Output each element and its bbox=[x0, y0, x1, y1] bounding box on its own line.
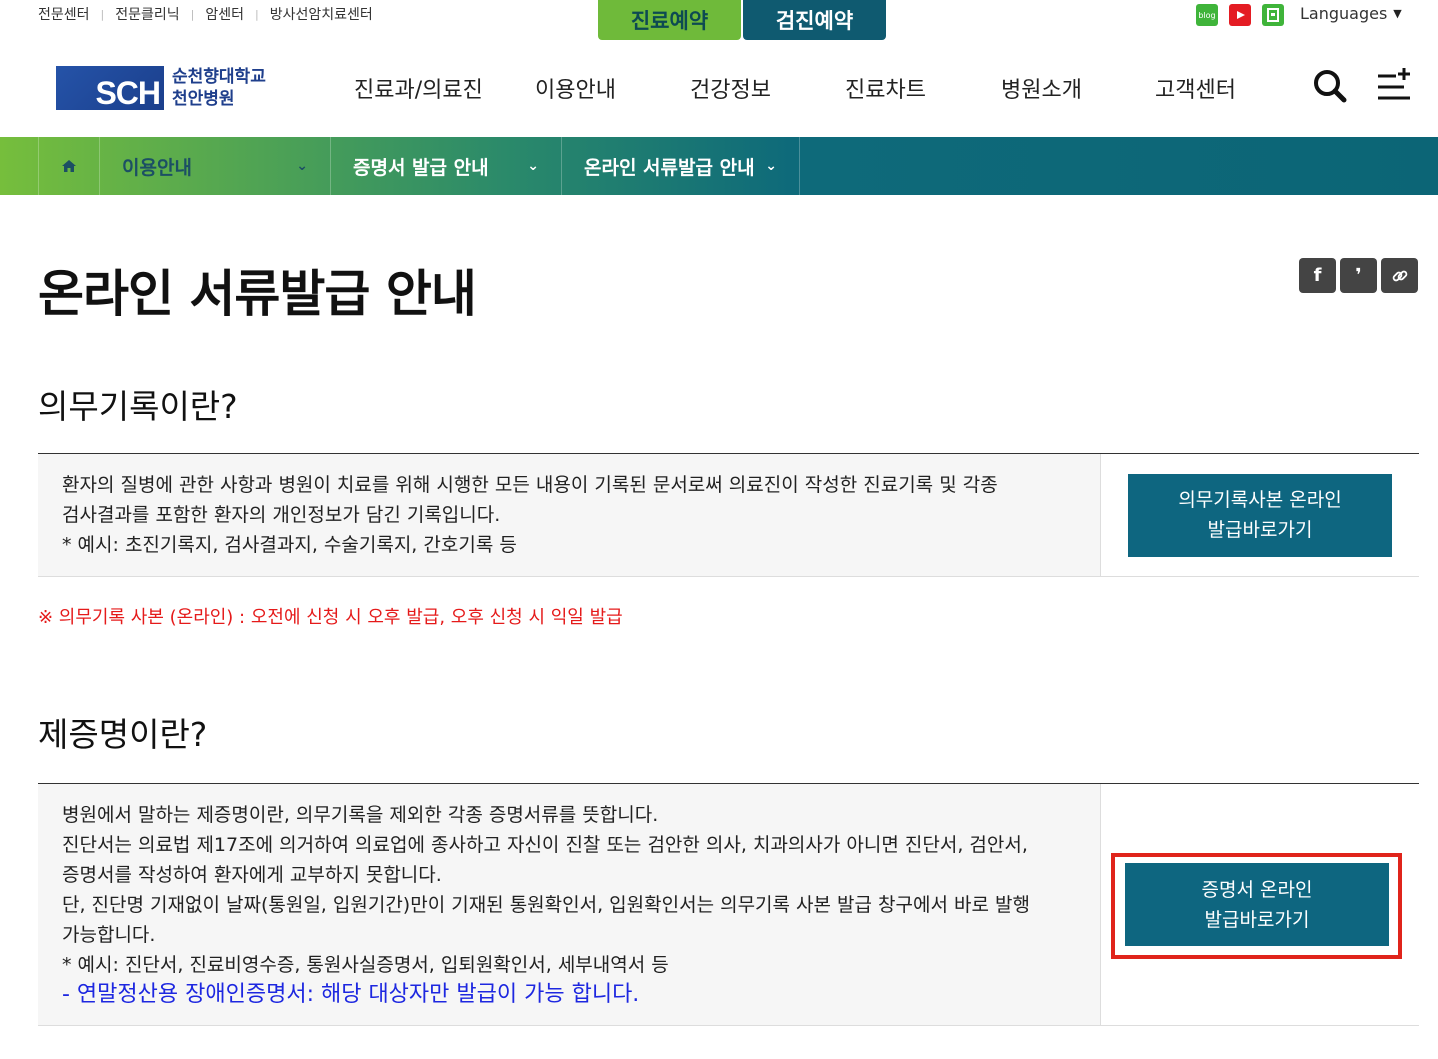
button-label-line2: 발급바로가기 bbox=[1207, 519, 1313, 541]
section2-heading: 제증명이란? bbox=[38, 715, 208, 754]
section1-line: 검사결과를 포함한 환자의 개인정보가 담긴 기록입니다. bbox=[62, 504, 501, 526]
util-link-specialty-center[interactable]: 전문센터 bbox=[38, 4, 90, 24]
section1-description: 환자의 질병에 관한 사항과 병원이 치료를 위해 시행한 모든 내용이 기록된… bbox=[38, 454, 1101, 576]
nav-about[interactable]: 병원소개 bbox=[1001, 72, 1082, 104]
logo-text: 순천향대학교 천안병원 bbox=[172, 66, 266, 110]
section1-line: 환자의 질병에 관한 사항과 병원이 치료를 위해 시행한 모든 내용이 기록된… bbox=[62, 474, 998, 496]
issuance-notice: ※ 의무기록 사본 (온라인) : 오전에 신청 시 오후 발급, 오후 신청 … bbox=[38, 607, 623, 628]
divider: | bbox=[100, 7, 105, 21]
menu-icon[interactable] bbox=[1374, 66, 1414, 106]
languages-dropdown[interactable]: Languages ▼ bbox=[1300, 4, 1402, 23]
location-bar: 이용안내 ⌄ 증명서 발급 안내 ⌄ 온라인 서류발급 안내 ⌄ bbox=[0, 137, 1438, 195]
store-icon[interactable] bbox=[1262, 4, 1284, 26]
location-dropdown-1[interactable]: 이용안내 ⌄ bbox=[99, 137, 330, 195]
section1-action: 의무기록사본 온라인 발급바로가기 bbox=[1101, 454, 1419, 576]
nav-medical-chart[interactable]: 진료차트 bbox=[845, 72, 926, 104]
section2-line: 병원에서 말하는 제증명이란, 의무기록을 제외한 각종 증명서류를 뜻합니다. bbox=[62, 804, 659, 826]
section1-box: 환자의 질병에 관한 사항과 병원이 치료를 위해 시행한 모든 내용이 기록된… bbox=[38, 453, 1419, 577]
divider: | bbox=[255, 7, 259, 21]
page-title: 온라인 서류발급 안내 bbox=[38, 265, 477, 323]
nav-health-info[interactable]: 건강정보 bbox=[690, 72, 771, 104]
logo-mark: SCH bbox=[56, 66, 164, 111]
blog-icon[interactable]: blog bbox=[1196, 4, 1218, 26]
utility-links: 전문센터 | 전문클리닉 | 암센터 | 방사선암치료센터 bbox=[38, 4, 373, 24]
youtube-icon[interactable] bbox=[1229, 4, 1251, 26]
button-label-line1: 증명서 온라인 bbox=[1201, 878, 1313, 901]
nav-departments[interactable]: 진료과/의료진 bbox=[354, 72, 483, 104]
divider: | bbox=[190, 7, 195, 21]
home-icon bbox=[62, 160, 76, 172]
reserve-treatment-button[interactable]: 진료예약 bbox=[598, 0, 741, 40]
copy-link-button[interactable] bbox=[1381, 258, 1418, 293]
kakao-share-button[interactable]: ❜ bbox=[1340, 258, 1377, 293]
location-label-3: 온라인 서류발급 안내 bbox=[584, 156, 755, 179]
facebook-icon: f bbox=[1313, 265, 1322, 286]
kakao-icon: ❜ bbox=[1355, 265, 1362, 286]
home-button[interactable] bbox=[38, 137, 99, 195]
nav-customer-center[interactable]: 고객센터 bbox=[1155, 72, 1236, 104]
link-icon bbox=[1392, 270, 1407, 281]
section2-line: 단, 진단명 기재없이 날짜(통원일, 입원기간)만이 기재된 통원확인서, 입… bbox=[62, 894, 1030, 916]
section2-line: 증명서를 작성하여 환자에게 교부하지 못합니다. bbox=[62, 864, 442, 886]
languages-label: Languages bbox=[1300, 4, 1388, 23]
search-icon[interactable] bbox=[1310, 66, 1350, 106]
medical-record-online-button[interactable]: 의무기록사본 온라인 발급바로가기 bbox=[1128, 473, 1392, 557]
button-label-line1: 의무기록사본 온라인 bbox=[1178, 489, 1342, 511]
section2-line: 가능합니다. bbox=[62, 924, 156, 946]
section1-heading: 의무기록이란? bbox=[38, 387, 238, 426]
section1-line: * 예시: 초진기록지, 검사결과지, 수술기록지, 간호기록 등 bbox=[62, 534, 517, 556]
facebook-share-button[interactable]: f bbox=[1299, 258, 1336, 293]
section2-line: * 예시: 진단서, 진료비영수증, 통원사실증명서, 입퇴원확인서, 세부내역… bbox=[62, 954, 669, 976]
certificate-online-button[interactable]: 증명서 온라인 발급바로가기 bbox=[1125, 863, 1389, 946]
section2-line: 진단서는 의료법 제17조에 의거하여 의료업에 종사하고 자신이 진찰 또는 … bbox=[62, 834, 1028, 856]
chevron-down-icon: ⌄ bbox=[296, 158, 308, 174]
util-link-cancer-center[interactable]: 암센터 bbox=[205, 4, 244, 24]
reserve-checkup-button[interactable]: 검진예약 bbox=[743, 0, 886, 40]
section2-description: 병원에서 말하는 제증명이란, 의무기록을 제외한 각종 증명서류를 뜻합니다.… bbox=[38, 784, 1101, 1025]
logo-line2: 천안병원 bbox=[172, 89, 235, 109]
hospital-logo[interactable]: SCH 순천향대학교 천안병원 bbox=[56, 66, 266, 111]
location-label-1: 이용안내 bbox=[122, 156, 192, 179]
chevron-down-icon: ⌄ bbox=[765, 158, 777, 174]
disability-certificate-note: - 연말정산용 장애인증명서: 해당 대상자만 발급이 가능 합니다. bbox=[62, 982, 640, 1007]
location-dropdown-2[interactable]: 증명서 발급 안내 ⌄ bbox=[330, 137, 561, 195]
section2-action: 증명서 온라인 발급바로가기 bbox=[1101, 784, 1419, 1025]
util-link-radiation-center[interactable]: 방사선암치료센터 bbox=[270, 4, 373, 24]
util-link-specialty-clinic[interactable]: 전문클리닉 bbox=[115, 4, 179, 24]
caret-down-icon: ▼ bbox=[1393, 7, 1402, 20]
location-label-2: 증명서 발급 안내 bbox=[353, 156, 489, 179]
nav-guide[interactable]: 이용안내 bbox=[535, 72, 616, 104]
chevron-down-icon: ⌄ bbox=[527, 158, 539, 174]
section2-box: 병원에서 말하는 제증명이란, 의무기록을 제외한 각종 증명서류를 뜻합니다.… bbox=[38, 783, 1419, 1026]
location-dropdown-3[interactable]: 온라인 서류발급 안내 ⌄ bbox=[561, 137, 800, 195]
logo-line1: 순천향대학교 bbox=[172, 67, 266, 87]
button-label-line2: 발급바로가기 bbox=[1204, 908, 1310, 931]
blog-icon-label: blog bbox=[1198, 10, 1216, 20]
